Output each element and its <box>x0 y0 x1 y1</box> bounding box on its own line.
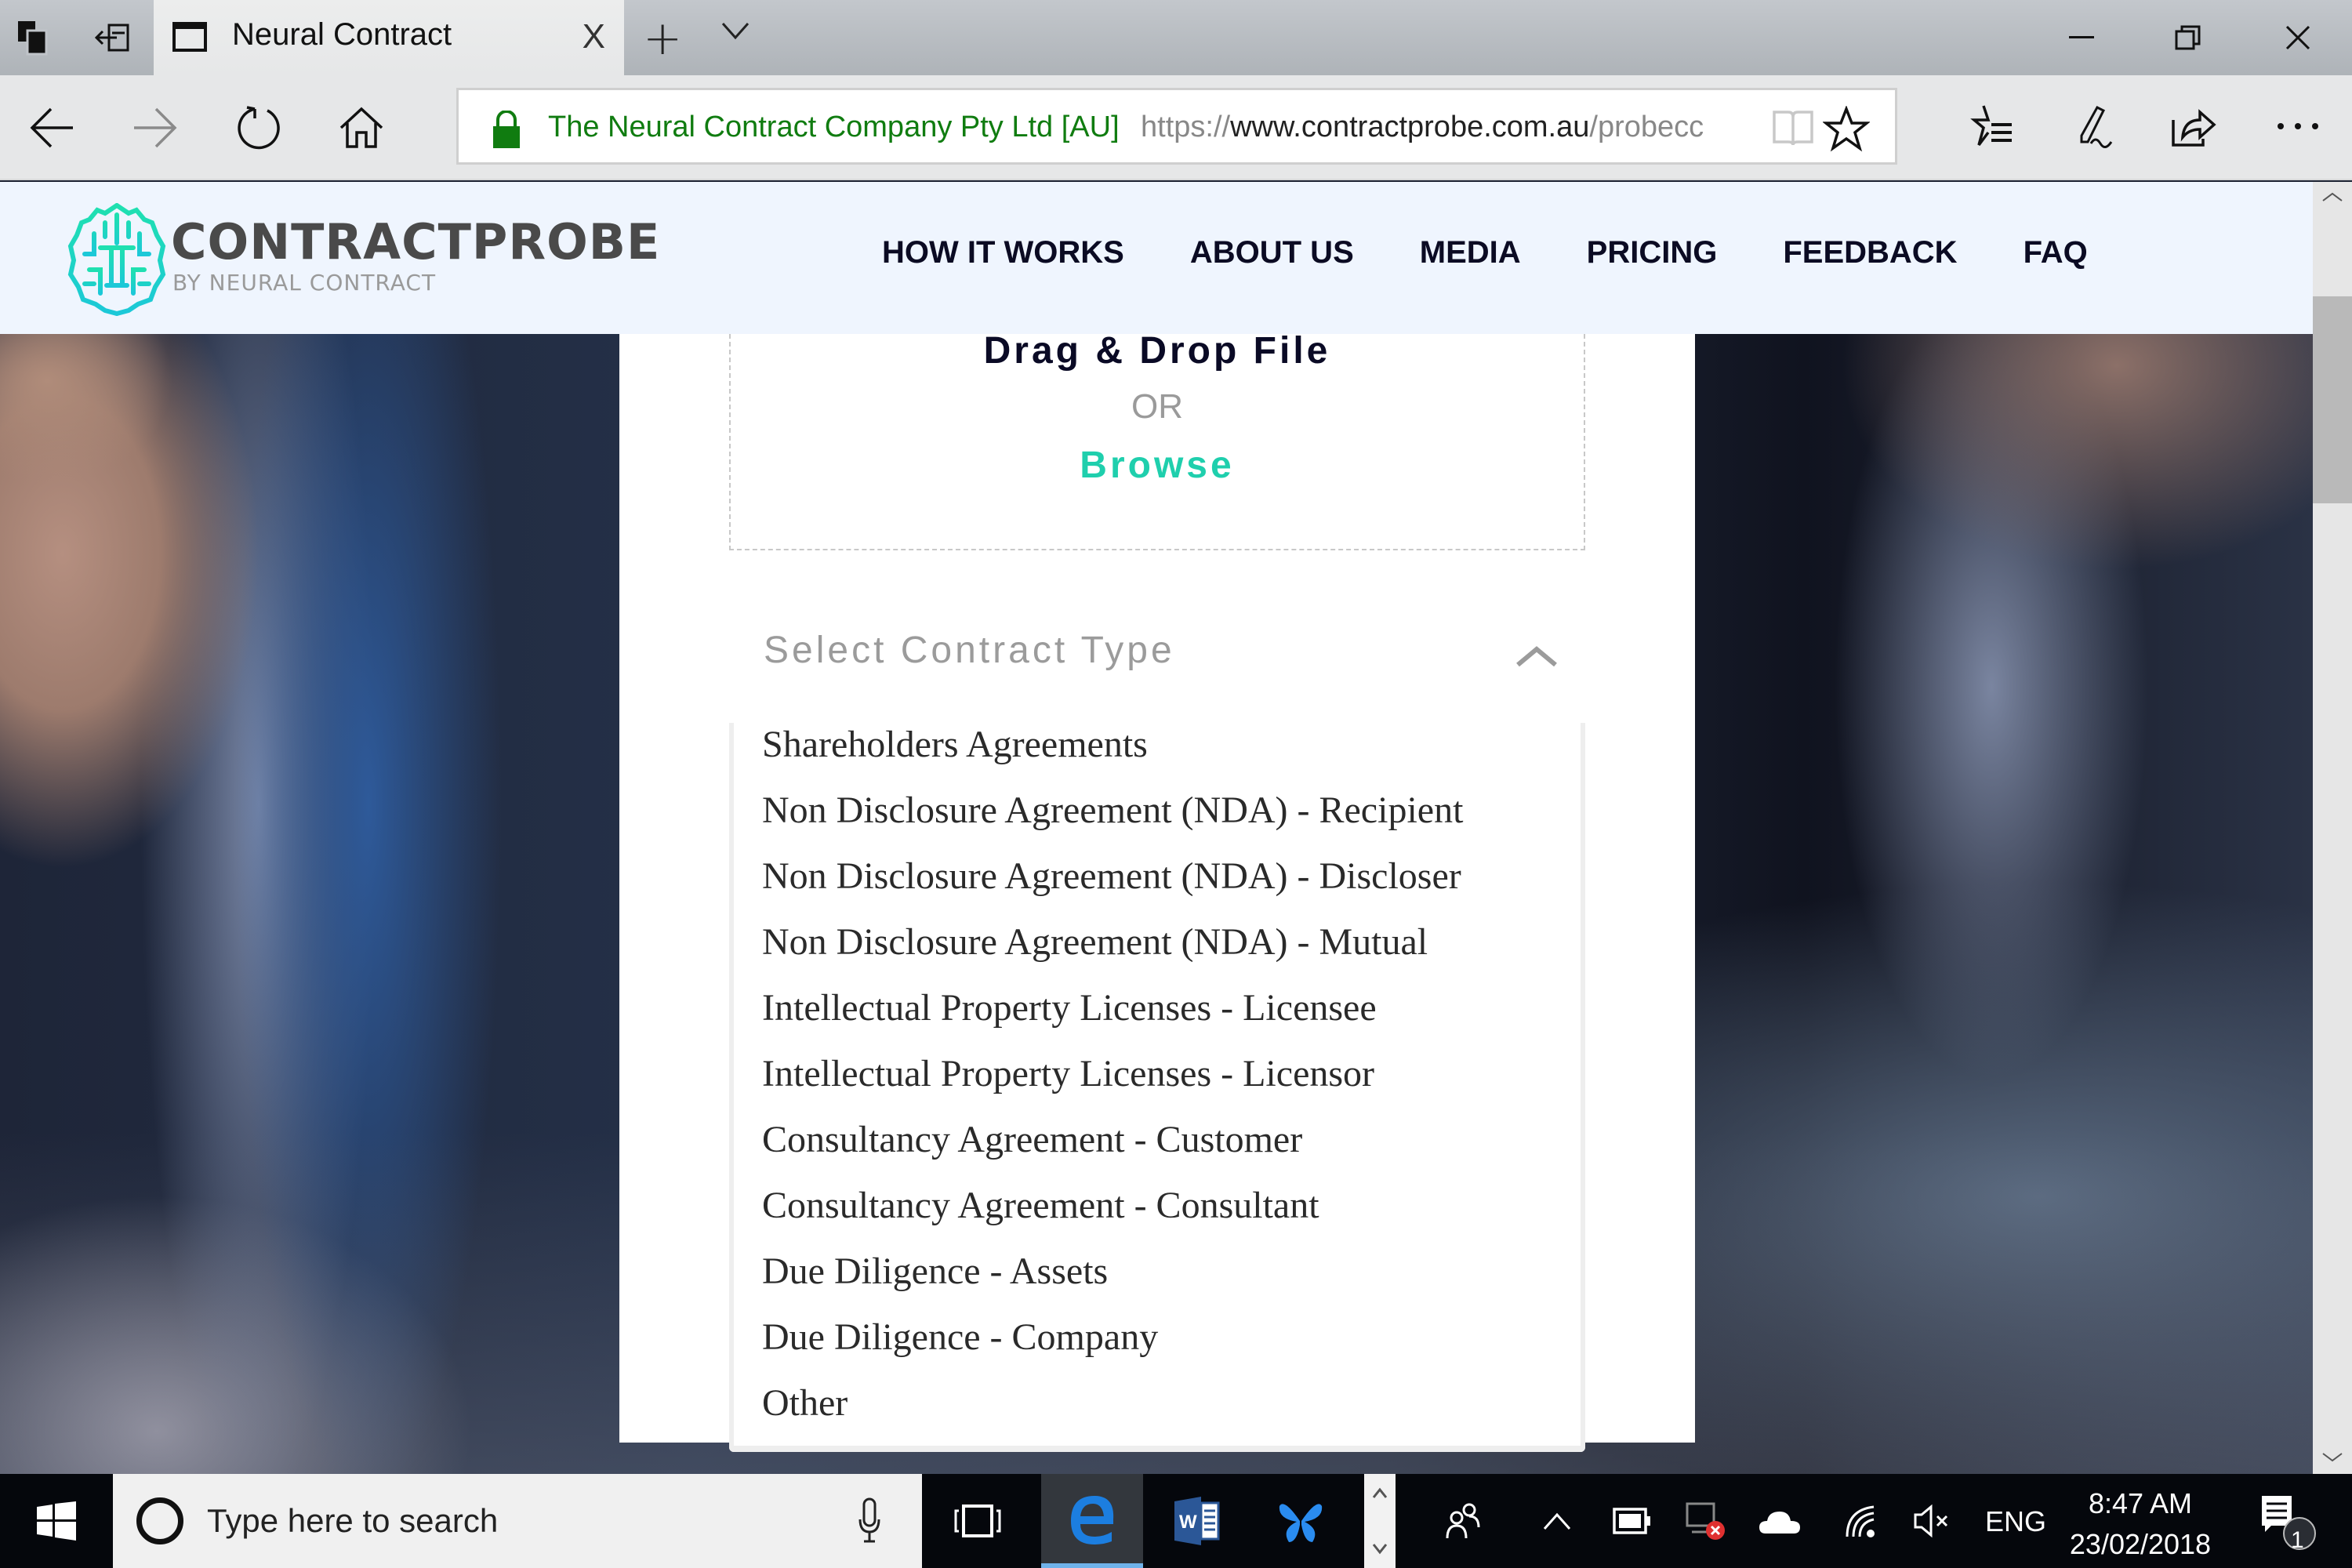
tab-list-chevron-icon[interactable] <box>720 14 751 45</box>
file-drop-zone[interactable]: Drag & Drop File OR Browse <box>729 326 1585 550</box>
add-favorite-star-icon[interactable] <box>1823 106 1870 153</box>
brand-tagline: BY NEURAL CONTRACT <box>172 270 437 296</box>
contract-option[interactable]: Intellectual Property Licenses - License… <box>762 986 1377 1029</box>
battery-icon[interactable] <box>1609 1497 1656 1544</box>
onedrive-cloud-icon[interactable] <box>1756 1497 1803 1544</box>
refresh-button[interactable] <box>224 93 295 163</box>
taskbar-search-box[interactable]: Type here to search <box>113 1474 922 1568</box>
taskbar-search-placeholder: Type here to search <box>207 1502 499 1539</box>
notification-count-badge: 1 <box>2291 1527 2304 1553</box>
main-nav: HOW IT WORKS ABOUT US MEDIA PRICING FEED… <box>882 235 2154 270</box>
scroll-down-arrow-icon[interactable] <box>2322 1452 2343 1463</box>
people-icon[interactable] <box>1439 1497 1486 1544</box>
svg-text:W: W <box>1179 1512 1197 1533</box>
contractprobe-brain-logo-icon[interactable] <box>66 199 168 317</box>
windows-taskbar: Type here to search W ENG 8:47 AM 23/02/… <box>0 1474 2352 1568</box>
favorites-hub-icon[interactable] <box>1963 99 2018 154</box>
cortana-icon[interactable] <box>136 1497 183 1544</box>
task-view-button[interactable] <box>927 1474 1029 1568</box>
contract-option[interactable]: Due Diligence - Company <box>762 1316 1158 1359</box>
web-note-pen-icon[interactable] <box>2067 99 2122 154</box>
address-bar[interactable]: The Neural Contract Company Pty Ltd [AU]… <box>456 88 1897 165</box>
taskbar-app-scroller[interactable] <box>1364 1474 1396 1568</box>
back-button[interactable] <box>17 93 88 163</box>
nav-how-it-works[interactable]: HOW IT WORKS <box>882 235 1124 270</box>
close-window-button[interactable] <box>2247 0 2349 75</box>
word-app-icon: W <box>1174 1497 1220 1545</box>
contract-option[interactable]: Non Disclosure Agreement (NDA) - Recipie… <box>762 789 1463 832</box>
tab-manager-icon[interactable] <box>11 16 55 60</box>
upload-card: Drag & Drop File OR Browse Select Contra… <box>619 326 1695 1452</box>
browse-button[interactable]: Browse <box>731 444 1584 487</box>
brand-name[interactable]: CONTRACTPROBE <box>171 213 660 270</box>
nav-faq[interactable]: FAQ <box>2024 235 2088 270</box>
url-text[interactable]: https://www.contractprobe.com.au/probecc <box>1141 111 1846 144</box>
contract-option[interactable]: Shareholders Agreements <box>762 723 1148 766</box>
browser-tab-active[interactable]: Neural Contract X <box>154 0 624 75</box>
volume-muted-icon[interactable] <box>1908 1497 1955 1544</box>
page-viewport: CONTRACTPROBE BY NEURAL CONTRACT HOW IT … <box>0 182 2313 1474</box>
nav-feedback[interactable]: FEEDBACK <box>1783 235 1957 270</box>
action-center-notification-icon <box>2262 1496 2316 1550</box>
contract-option[interactable]: Non Disclosure Agreement (NDA) - Mutual <box>762 920 1428 964</box>
task-view-icon <box>954 1504 1001 1537</box>
wifi-icon[interactable] <box>1838 1497 1885 1544</box>
chevron-up-icon[interactable] <box>1513 640 1560 671</box>
contract-type-select[interactable]: Select Contract Type <box>729 616 1585 702</box>
tab-close-button[interactable]: X <box>583 17 605 56</box>
taskbar-butterfly-app[interactable] <box>1250 1474 1352 1568</box>
clock-date: 23/02/2018 <box>2069 1528 2212 1560</box>
contract-option[interactable]: Intellectual Property Licenses - Licenso… <box>762 1052 1374 1095</box>
forward-button[interactable] <box>119 93 190 163</box>
drag-drop-label: Drag & Drop File <box>983 330 1331 372</box>
contract-option[interactable]: Due Diligence - Assets <box>762 1250 1108 1293</box>
url-path: /probecc <box>1589 111 1704 143</box>
share-icon[interactable] <box>2165 99 2220 154</box>
restore-button[interactable] <box>2137 0 2239 75</box>
page-scrollbar[interactable] <box>2313 182 2352 1474</box>
url-host: www.contractprobe.com.au <box>1230 111 1590 143</box>
browser-title-bar: Neural Contract X + <box>0 0 2352 75</box>
or-label: OR <box>1131 387 1183 426</box>
site-header: CONTRACTPROBE BY NEURAL CONTRACT HOW IT … <box>0 182 2313 334</box>
minimize-button[interactable] <box>2031 0 2132 75</box>
page-favicon-icon <box>172 22 207 52</box>
secure-lock-icon <box>493 111 520 148</box>
system-clock[interactable]: 8:47 AM 23/02/2018 <box>2054 1483 2227 1565</box>
contract-option[interactable]: Consultancy Agreement - Customer <box>762 1118 1302 1161</box>
reading-view-icon[interactable] <box>1769 109 1817 148</box>
network-disconnected-icon[interactable] <box>1682 1497 1730 1544</box>
new-tab-button[interactable]: + <box>643 11 682 66</box>
edge-browser-icon <box>1071 1496 1114 1544</box>
scroll-up-arrow-icon[interactable] <box>2322 191 2343 202</box>
taskbar-word-app[interactable]: W <box>1146 1474 1248 1568</box>
set-tabs-aside-icon[interactable] <box>91 16 135 60</box>
contract-option[interactable]: Non Disclosure Agreement (NDA) - Disclos… <box>762 855 1461 898</box>
url-scheme: https:// <box>1141 111 1231 143</box>
more-menu-icon[interactable] <box>2270 99 2325 154</box>
browser-toolbar: The Neural Contract Company Pty Ltd [AU]… <box>0 75 2352 180</box>
certificate-org-name: The Neural Contract Company Pty Ltd [AU] <box>548 111 1120 143</box>
contract-type-options-list: Shareholders Agreements Non Disclosure A… <box>729 723 1585 1452</box>
contract-option[interactable]: Other <box>762 1381 848 1425</box>
nav-media[interactable]: MEDIA <box>1420 235 1521 270</box>
input-language-indicator[interactable]: ENG <box>1985 1505 2046 1538</box>
start-button[interactable] <box>0 1474 113 1568</box>
butterfly-app-icon <box>1279 1504 1323 1542</box>
clock-time: 8:47 AM <box>2088 1487 2193 1519</box>
action-center-button[interactable]: 1 <box>2252 1496 2322 1553</box>
microphone-icon[interactable] <box>858 1497 881 1544</box>
show-hidden-icons-chevron-icon[interactable] <box>1534 1497 1581 1544</box>
scrollbar-thumb[interactable] <box>2313 296 2352 503</box>
windows-logo-icon <box>37 1501 76 1541</box>
contract-option[interactable]: Consultancy Agreement - Consultant <box>762 1184 1319 1227</box>
taskbar-edge-app[interactable] <box>1041 1474 1143 1568</box>
contract-type-placeholder: Select Contract Type <box>764 630 1175 671</box>
nav-pricing[interactable]: PRICING <box>1587 235 1718 270</box>
nav-about-us[interactable]: ABOUT US <box>1190 235 1354 270</box>
home-button[interactable] <box>326 93 397 163</box>
tab-title: Neural Contract <box>232 17 452 52</box>
